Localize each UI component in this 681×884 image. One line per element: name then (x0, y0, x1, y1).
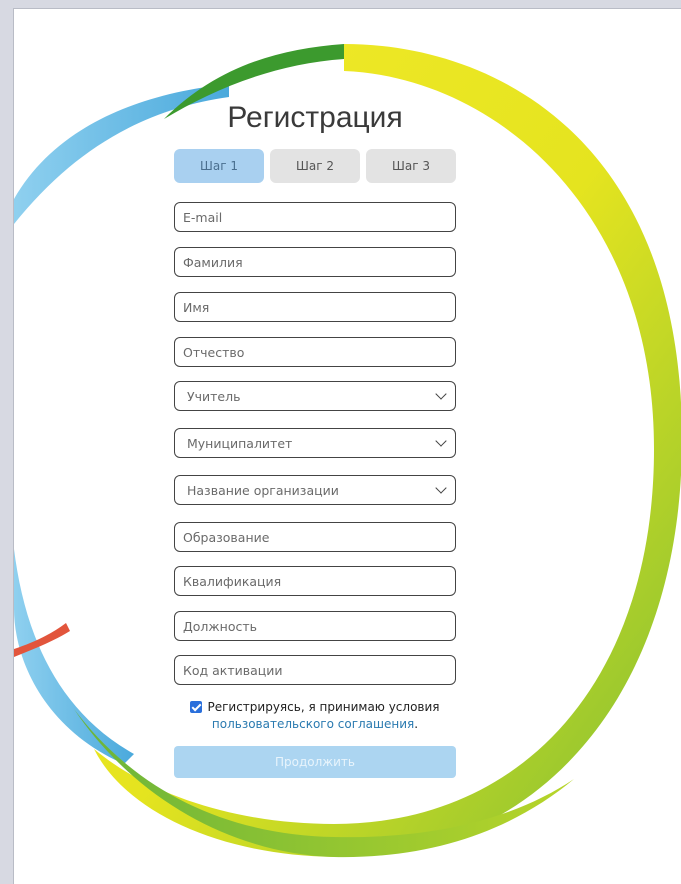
qualification-field[interactable]: Квалификация (174, 566, 456, 596)
user-agreement-link[interactable]: пользовательского соглашения (212, 717, 414, 731)
tab-step-3[interactable]: Шаг 3 (366, 149, 456, 183)
page-title: Регистрация (227, 101, 403, 134)
agreement-checkbox[interactable] (190, 701, 203, 713)
chevron-down-icon (435, 435, 447, 447)
continue-button[interactable]: Продолжить (174, 746, 456, 778)
municipality-select[interactable]: Муниципалитет (174, 428, 456, 458)
last-name-field[interactable]: Фамилия (174, 247, 456, 277)
chevron-down-icon (435, 388, 447, 400)
chevron-down-icon (435, 482, 447, 494)
agreement: Регистрируясь, я принимаю условия пользо… (174, 699, 456, 733)
first-name-field[interactable]: Имя (174, 292, 456, 322)
organization-select[interactable]: Название организации (174, 475, 456, 505)
role-select[interactable]: Учитель (174, 381, 456, 411)
blue-band-bottom (14, 549, 134, 764)
email-field[interactable]: E-mail (174, 202, 456, 232)
agreement-text: Регистрируясь, я принимаю условия (207, 700, 440, 714)
step-tabs: Шаг 1 Шаг 2 Шаг 3 (174, 149, 456, 184)
position-field[interactable]: Должность (174, 611, 456, 641)
activation-code-field[interactable]: Код активации (174, 655, 456, 685)
education-field[interactable]: Образование (174, 522, 456, 552)
page: Регистрация Шаг 1 Шаг 2 Шаг 3 E-mail Фам… (13, 8, 681, 884)
tab-step-2[interactable]: Шаг 2 (270, 149, 360, 183)
tab-step-1[interactable]: Шаг 1 (174, 149, 264, 183)
patronymic-field[interactable]: Отчество (174, 337, 456, 367)
